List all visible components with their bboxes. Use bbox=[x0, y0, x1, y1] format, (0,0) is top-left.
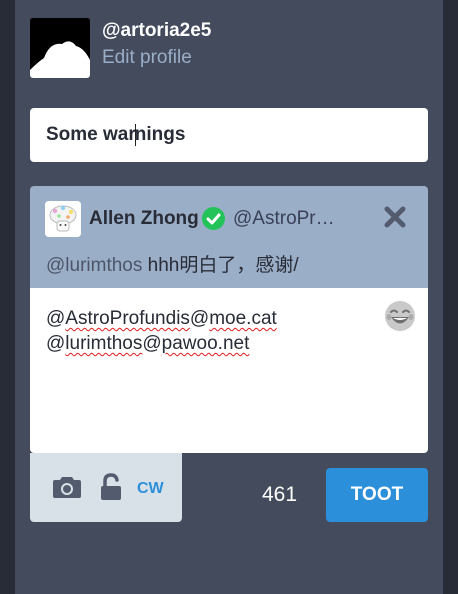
mushroom-avatar-image bbox=[45, 201, 81, 237]
spoiler-text-after: nings bbox=[134, 124, 186, 145]
unlock-icon[interactable] bbox=[100, 473, 122, 501]
camera-icon[interactable] bbox=[52, 475, 82, 499]
compose-line-2: @lurimthos@pawoo.net bbox=[46, 331, 277, 356]
compose-line-1: @AstroProfundis@moe.cat bbox=[46, 306, 277, 331]
edit-profile-link[interactable]: Edit profile bbox=[102, 47, 192, 69]
spellcheck-word: pawoo.net bbox=[161, 333, 250, 354]
account-handle: @artoria2e5 bbox=[102, 20, 212, 41]
content-warning-toggle[interactable]: CW bbox=[137, 480, 164, 498]
toot-button[interactable]: TOOT bbox=[326, 468, 428, 522]
spellcheck-word: AstroProfundis bbox=[65, 308, 190, 329]
spoiler-text-before: Some war bbox=[46, 124, 136, 145]
check-circle-icon bbox=[202, 207, 225, 230]
at-sign: @ bbox=[189, 308, 210, 329]
compose-text: @AstroProfundis@moe.cat @lurimthos@pawoo… bbox=[46, 306, 277, 356]
at-sign: @ bbox=[46, 333, 66, 354]
reply-display-name[interactable]: Allen Zhong bbox=[89, 208, 199, 230]
close-icon[interactable] bbox=[383, 205, 407, 229]
avatar-image bbox=[30, 18, 90, 78]
reply-content: @lurimthos hhh明白了，感谢/ bbox=[46, 250, 299, 277]
laughing-emoji-icon[interactable] bbox=[384, 300, 416, 332]
column-gutter bbox=[443, 0, 458, 594]
at-sign: @ bbox=[46, 308, 66, 329]
compose-textarea[interactable]: @AstroProfundis@moe.cat @lurimthos@pawoo… bbox=[30, 288, 428, 453]
spoiler-input[interactable]: Some war nings bbox=[30, 108, 428, 162]
reply-body: hhh明白了，感谢/ bbox=[142, 255, 299, 276]
reply-indicator: Allen Zhong @AstroPr… @lurimthos hhh明白了，… bbox=[30, 186, 428, 292]
spellcheck-word: lurimthos bbox=[65, 333, 143, 354]
avatar[interactable] bbox=[30, 18, 90, 78]
reply-mention[interactable]: @lurimthos bbox=[46, 255, 142, 276]
spellcheck-word: moe.cat bbox=[209, 308, 277, 329]
compose-tools: CW bbox=[30, 453, 182, 522]
character-counter: 461 bbox=[262, 483, 298, 506]
at-sign: @ bbox=[142, 333, 162, 354]
reply-avatar[interactable] bbox=[45, 201, 81, 237]
reply-acct: @AstroPr… bbox=[233, 208, 335, 229]
